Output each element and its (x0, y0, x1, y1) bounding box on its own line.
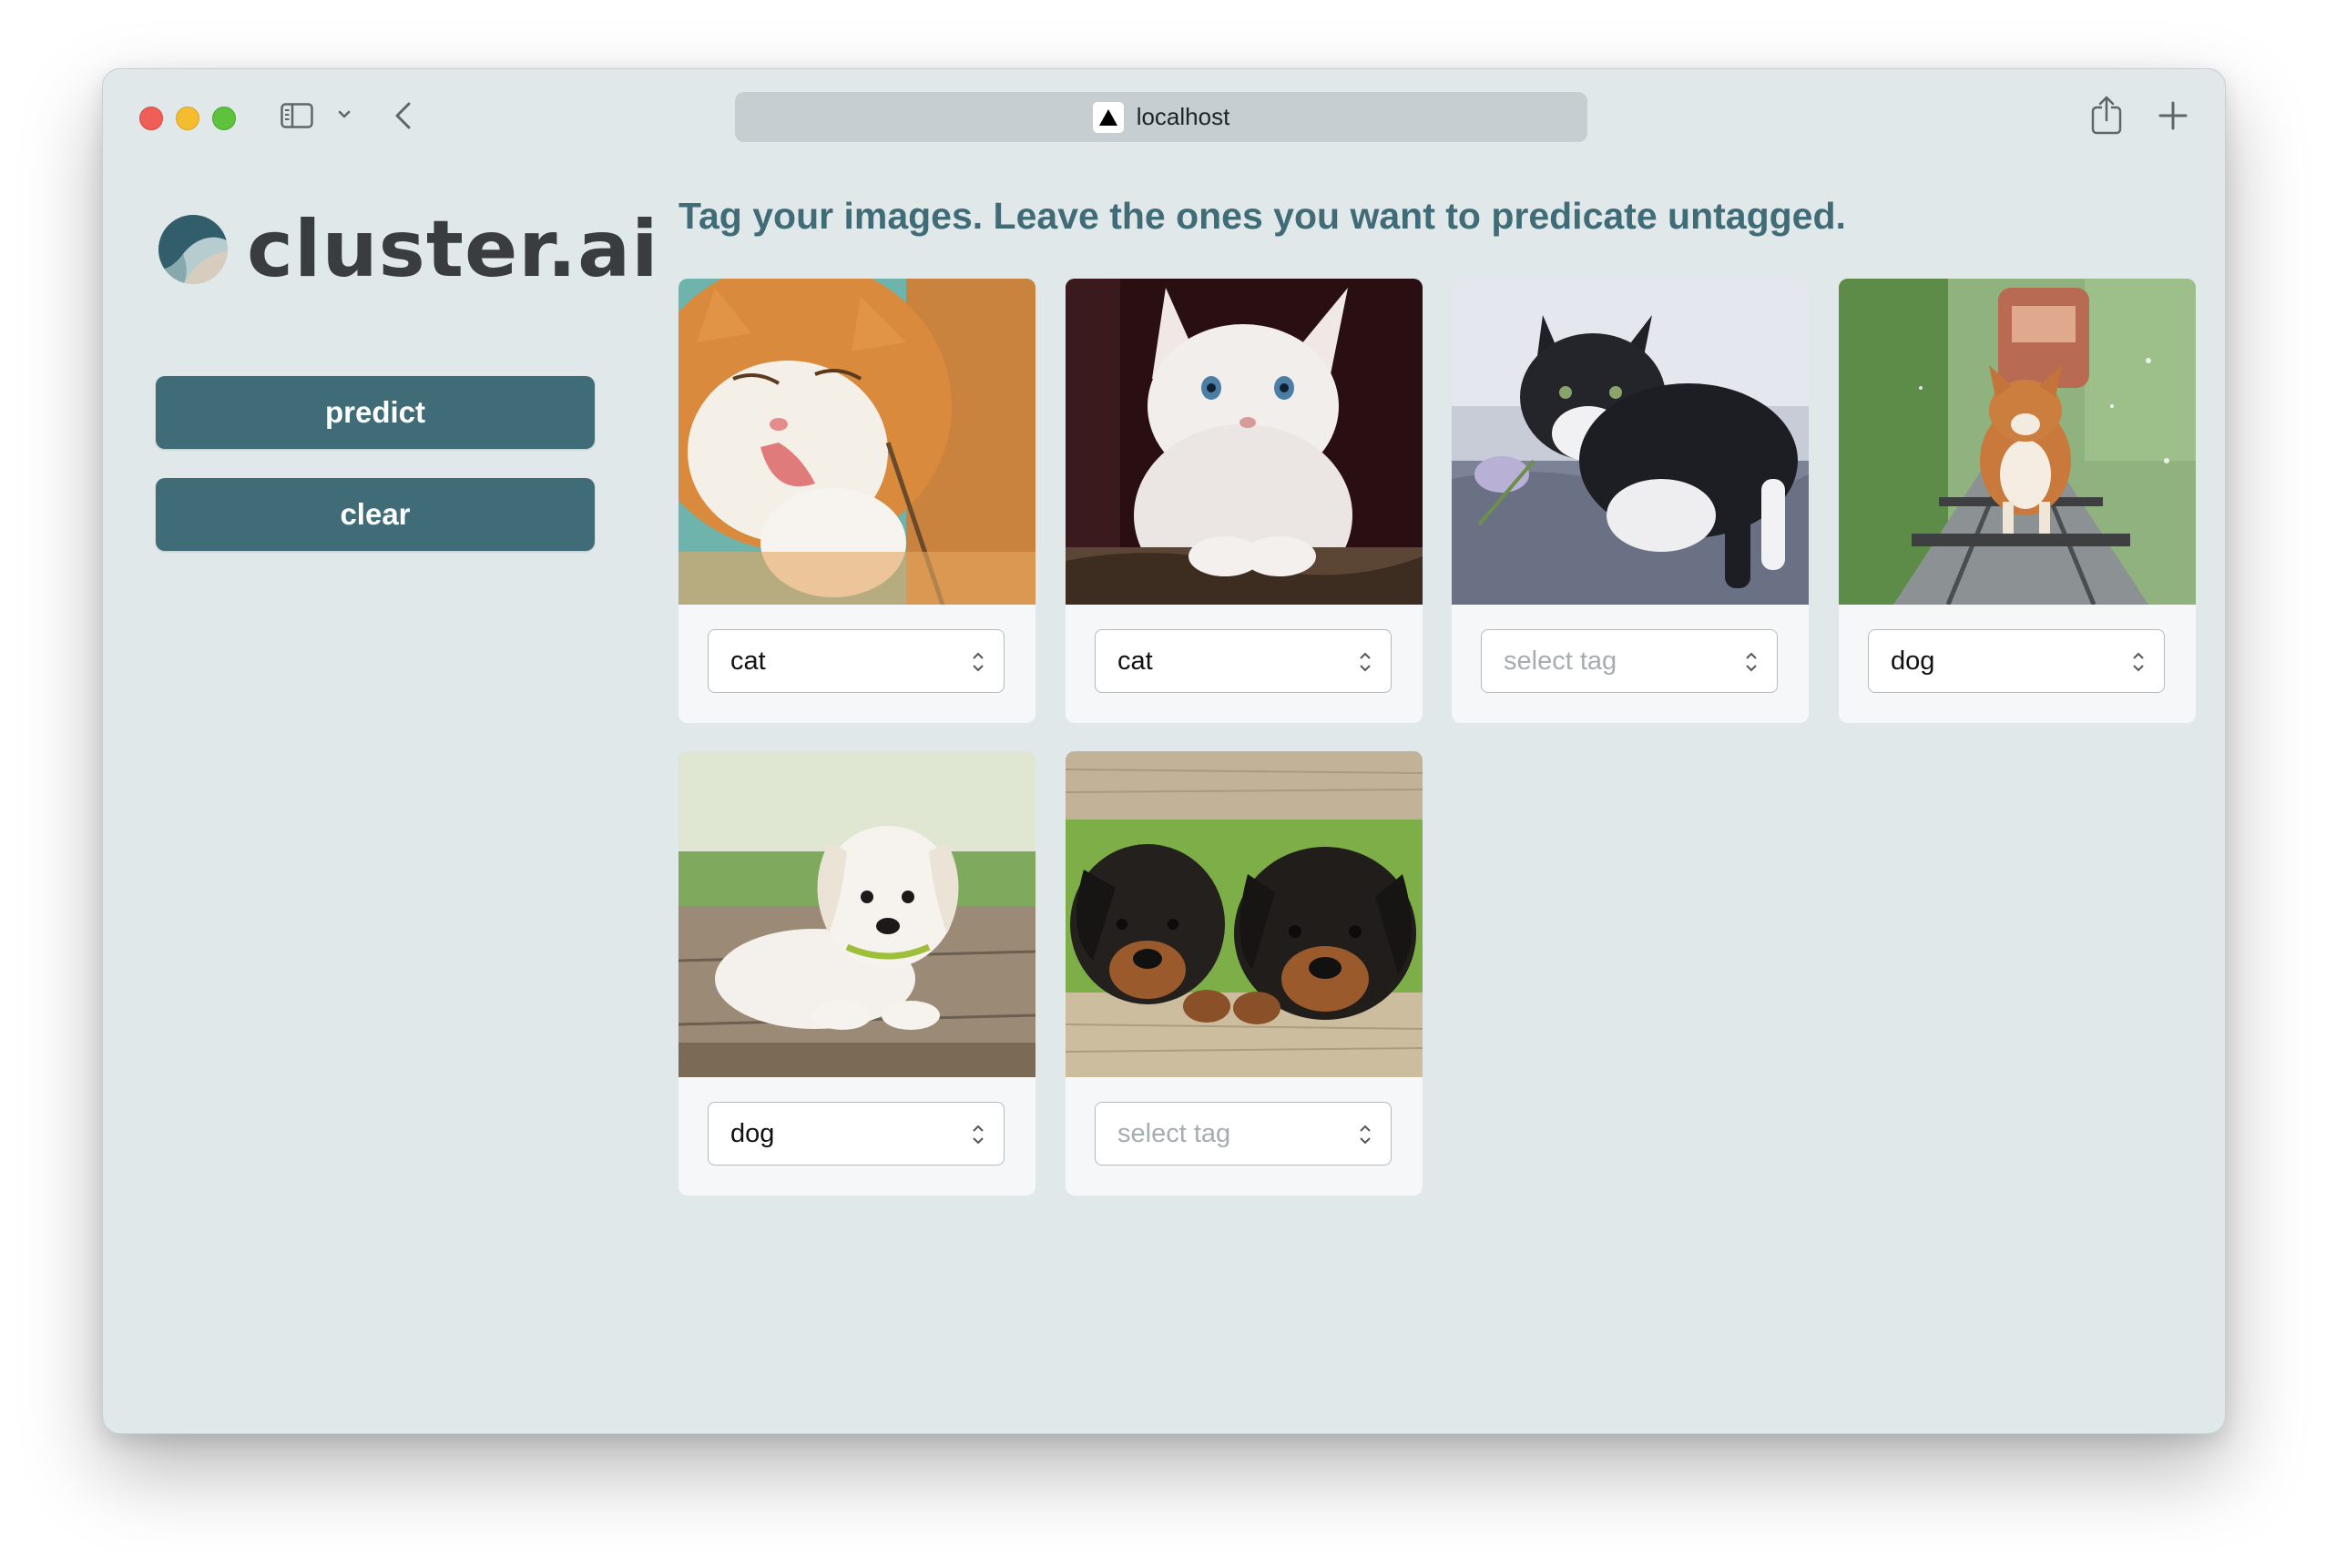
zoom-window-button[interactable] (212, 107, 236, 130)
new-tab-icon[interactable] (2158, 100, 2188, 131)
image-thumbnail[interactable] (1452, 279, 1809, 605)
share-icon[interactable] (2090, 95, 2123, 135)
image-card: dog (1839, 279, 2196, 723)
app-logo: cluster.ai (158, 210, 659, 289)
tag-select-placeholder: select tag (1504, 646, 1617, 676)
predict-button[interactable]: predict (156, 376, 595, 449)
site-favicon-icon (1092, 101, 1124, 133)
chevron-up-down-icon (973, 652, 984, 672)
close-window-button[interactable] (139, 107, 163, 130)
tag-select-value: cat (730, 646, 766, 676)
tag-select-value: cat (1117, 646, 1153, 676)
image-card: cat (1066, 279, 1423, 723)
logo-mark-icon (158, 215, 228, 284)
image-thumbnail[interactable] (678, 279, 1035, 605)
image-thumbnail[interactable] (1066, 751, 1423, 1077)
chevron-up-down-icon (2133, 652, 2144, 672)
tag-select-value: dog (1891, 646, 1935, 676)
image-thumbnail[interactable] (1066, 279, 1423, 605)
page-heading: Tag your images. Leave the ones you want… (678, 195, 1846, 237)
tag-select-placeholder: select tag (1117, 1118, 1231, 1148)
chevron-up-down-icon (1360, 652, 1371, 672)
clear-button[interactable]: clear (156, 478, 595, 551)
address-text: localhost (1136, 103, 1230, 130)
chevron-down-icon[interactable] (337, 106, 352, 124)
logo-text: cluster.ai (247, 204, 659, 295)
chevron-up-down-icon (1746, 652, 1757, 672)
back-arrow-icon[interactable] (393, 100, 414, 131)
sidebar-toggle-icon[interactable] (281, 103, 313, 128)
image-card: select tag (1452, 279, 1809, 723)
tag-select[interactable]: cat (1095, 629, 1392, 693)
minimize-window-button[interactable] (176, 107, 199, 130)
tag-select[interactable]: select tag (1095, 1102, 1392, 1166)
browser-window: localhost cluster.ai predict clear Tag y… (102, 68, 2226, 1434)
image-card: select tag (1066, 751, 1423, 1196)
tag-select[interactable]: select tag (1481, 629, 1778, 693)
image-card: dog (678, 751, 1035, 1196)
chevron-up-down-icon (1360, 1125, 1371, 1145)
tag-select[interactable]: dog (708, 1102, 1005, 1166)
tag-select-value: dog (730, 1118, 775, 1148)
tag-select[interactable]: dog (1868, 629, 2165, 693)
image-thumbnail[interactable] (1839, 279, 2196, 605)
tag-select[interactable]: cat (708, 629, 1005, 693)
address-bar[interactable]: localhost (735, 92, 1587, 142)
image-thumbnail[interactable] (678, 751, 1035, 1077)
chevron-up-down-icon (973, 1125, 984, 1145)
image-card: cat (678, 279, 1035, 723)
